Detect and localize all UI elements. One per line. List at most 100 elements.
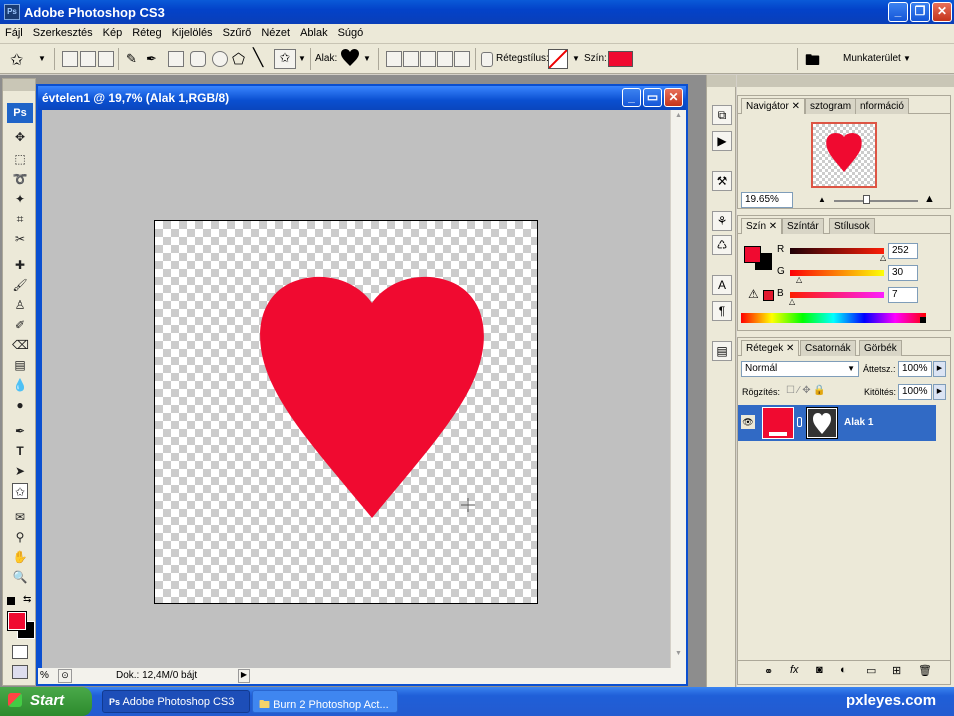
- color-ramp[interactable]: [741, 313, 926, 323]
- document-minimize-button[interactable]: _: [622, 88, 641, 107]
- brushes-panel-icon[interactable]: ⚘: [712, 211, 732, 231]
- green-slider-thumb-icon[interactable]: △: [796, 275, 802, 284]
- blur-tool-icon[interactable]: 💧: [12, 377, 28, 393]
- actions-panel-icon[interactable]: ▶: [712, 131, 732, 151]
- gradient-tool-icon[interactable]: ▤: [12, 357, 28, 373]
- red-slider-thumb-icon[interactable]: △: [880, 253, 886, 262]
- lasso-tool-icon[interactable]: ➰: [12, 171, 28, 187]
- app-title-bar[interactable]: Ps Adobe Photoshop CS3 _ ❐ ✕: [0, 0, 954, 24]
- magic-wand-tool-icon[interactable]: ✦: [12, 191, 28, 207]
- blend-mode-select[interactable]: Normál ▼: [741, 361, 859, 377]
- eyedropper-tool-icon[interactable]: ⚲: [12, 529, 28, 545]
- opacity-slider-arrow-icon[interactable]: ▶: [933, 361, 946, 377]
- quick-mask-icon[interactable]: [12, 645, 28, 659]
- green-slider[interactable]: [790, 270, 884, 276]
- minimize-button[interactable]: _: [888, 2, 908, 22]
- layer-color-thumbnail[interactable]: [762, 407, 794, 439]
- move-tool-icon[interactable]: ✥: [12, 129, 28, 145]
- crop-tool-icon[interactable]: ⌗: [12, 211, 28, 227]
- swap-colors-icon[interactable]: ⇆: [23, 594, 31, 605]
- tab-info[interactable]: nformáció: [855, 98, 909, 114]
- photoshop-badge[interactable]: Ps: [7, 103, 33, 123]
- dock-header[interactable]: [707, 75, 736, 87]
- heart-shape-picker-icon[interactable]: [340, 48, 360, 68]
- history-panel-icon[interactable]: ⧉: [712, 105, 732, 125]
- document-title-bar[interactable]: évtelen1 @ 19,7% (Alak 1,RGB/8) _ ▭ ✕: [38, 86, 686, 110]
- status-icon[interactable]: ⊙: [58, 669, 72, 683]
- navigator-zoom-field[interactable]: 19.65%: [741, 192, 793, 208]
- tab-styles[interactable]: Stílusok: [829, 218, 875, 234]
- hand-tool-icon[interactable]: ✋: [12, 549, 28, 565]
- vertical-scrollbar[interactable]: ▲ ▼: [670, 110, 686, 668]
- delete-layer-icon[interactable]: 🗑: [918, 664, 932, 677]
- character-panel-icon[interactable]: A: [712, 275, 732, 295]
- menu-layer[interactable]: Réteg: [127, 24, 166, 39]
- marquee-tool-icon[interactable]: ⬚: [12, 151, 28, 167]
- start-button[interactable]: Start: [0, 687, 92, 716]
- create-new-shape-layer-button[interactable]: [386, 51, 402, 67]
- canvas-area[interactable]: [42, 110, 670, 668]
- workspace-arrow-icon[interactable]: ▼: [903, 54, 911, 63]
- scroll-up-arrow-icon[interactable]: ▲: [672, 112, 685, 125]
- zoom-in-icon[interactable]: ▲: [924, 193, 935, 205]
- pen-tool-icon[interactable]: ✎: [126, 51, 137, 67]
- close-tab-icon[interactable]: ✕: [769, 221, 777, 232]
- opacity-field[interactable]: 100%: [898, 361, 932, 377]
- brush-tool-icon[interactable]: 🖌: [12, 277, 28, 293]
- blue-slider[interactable]: [790, 292, 884, 298]
- blue-slider-thumb-icon[interactable]: △: [789, 297, 795, 306]
- eraser-tool-icon[interactable]: ⌫: [12, 337, 29, 353]
- tab-navigator[interactable]: Navigátor ✕: [741, 98, 805, 114]
- layer-link-icon[interactable]: [797, 417, 802, 427]
- polygon-shape-icon[interactable]: ⬠: [232, 50, 245, 68]
- layer-name[interactable]: Alak 1: [844, 417, 873, 428]
- tab-color[interactable]: Szín ✕: [741, 218, 783, 234]
- pen-tool-icon[interactable]: ✒: [12, 423, 28, 439]
- path-selection-tool-icon[interactable]: ➤: [12, 463, 28, 479]
- slice-tool-icon[interactable]: ✂: [12, 231, 28, 247]
- tab-layers[interactable]: Rétegek ✕: [741, 340, 800, 356]
- close-button[interactable]: ✕: [932, 2, 952, 22]
- close-tab-icon[interactable]: ✕: [786, 343, 794, 354]
- menu-edit[interactable]: Szerkesztés: [28, 24, 98, 39]
- screen-mode-icon[interactable]: [12, 665, 28, 679]
- exclude-overlapping-areas-button[interactable]: [454, 51, 470, 67]
- tab-paths[interactable]: Görbék: [859, 340, 902, 356]
- blue-value-field[interactable]: 7: [888, 287, 918, 303]
- close-tab-icon[interactable]: ✕: [792, 101, 800, 112]
- fill-pixels-mode-button[interactable]: [98, 51, 114, 67]
- horizontal-scrollbar[interactable]: [252, 669, 670, 683]
- taskbar-item-photoshop[interactable]: Ps Adobe Photoshop CS3: [102, 690, 250, 713]
- clone-source-icon[interactable]: ♺: [712, 235, 732, 255]
- notes-tool-icon[interactable]: ✉: [12, 509, 28, 525]
- layer-style-picker[interactable]: [548, 49, 568, 69]
- preset-dropdown-arrow-icon[interactable]: ▼: [38, 54, 46, 63]
- red-value-field[interactable]: 252: [888, 243, 918, 259]
- history-brush-tool-icon[interactable]: ✐: [12, 317, 28, 333]
- panels-header[interactable]: [737, 75, 954, 87]
- fill-field[interactable]: 100%: [898, 384, 932, 400]
- intersect-shape-areas-button[interactable]: [437, 51, 453, 67]
- menu-select[interactable]: Kijelölés: [167, 24, 218, 39]
- layer-style-fx-icon[interactable]: fx: [790, 664, 799, 676]
- custom-shape-tool-preset-icon[interactable]: ✩: [10, 50, 23, 70]
- add-to-shape-area-button[interactable]: [403, 51, 419, 67]
- tool-presets-icon[interactable]: ⚒: [712, 171, 732, 191]
- rectangle-shape-button[interactable]: [168, 51, 184, 67]
- zoom-slider-thumb[interactable]: [863, 195, 870, 204]
- freeform-pen-icon[interactable]: ✒: [146, 51, 157, 67]
- document-canvas[interactable]: [154, 220, 538, 604]
- menu-window[interactable]: Ablak: [295, 24, 333, 39]
- layer-vector-mask-thumbnail[interactable]: [806, 407, 838, 439]
- heart-shape[interactable]: [155, 221, 539, 605]
- fill-slider-arrow-icon[interactable]: ▶: [933, 384, 946, 400]
- new-group-icon[interactable]: ▭: [866, 664, 876, 677]
- scroll-down-arrow-icon[interactable]: ▼: [672, 650, 685, 663]
- file-browser-icon[interactable]: 🖿: [805, 50, 820, 75]
- tab-channels[interactable]: Csatornák: [800, 340, 856, 356]
- tab-swatches[interactable]: Színtár: [782, 218, 824, 234]
- add-mask-icon[interactable]: ◙: [816, 664, 823, 676]
- link-icon[interactable]: [481, 52, 493, 67]
- menu-file[interactable]: Fájl: [0, 24, 28, 39]
- clone-stamp-tool-icon[interactable]: ♙: [12, 297, 28, 313]
